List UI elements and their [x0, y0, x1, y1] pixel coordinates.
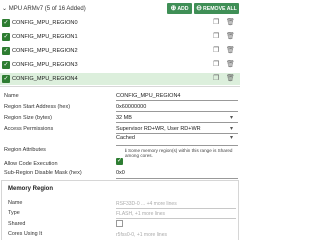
region-attributes-select[interactable]: Cached [116, 135, 135, 141]
remove-all-button-label: REMOVE ALL [203, 5, 237, 12]
memory-type-label: Type [8, 210, 20, 216]
region-size-underline [116, 122, 238, 123]
region-name: CONFIG_MPU_REGION1 [12, 34, 78, 40]
mpu-section-title[interactable]: ⌄ MPU ARMv7 (5 of 16 Added) [2, 5, 86, 12]
divider [0, 86, 240, 87]
memory-type-value: FLASH, +1 more lines [116, 211, 166, 217]
region-row[interactable]: ✓ CONFIG_MPU_REGION1 ❐ 🗑 [0, 31, 240, 43]
memory-type-underline [116, 218, 236, 219]
mpu-header: ⌄ MPU ARMv7 (5 of 16 Added) ⊕ ADD ⊖ REMO… [0, 2, 240, 15]
info-icon: ℹ [125, 148, 127, 153]
allow-code-execution-checkbox[interactable]: ✓ [116, 158, 123, 165]
region-attributes-underline [116, 145, 238, 146]
subregion-mask-underline [116, 178, 238, 179]
memory-name-value: RSF33D-0 ... +4 more lines [116, 201, 177, 207]
remove-all-button[interactable]: ⊖ REMOVE ALL [194, 3, 239, 14]
region-checkbox[interactable]: ✓ [2, 75, 10, 83]
collapse-icon[interactable]: ⌄ [2, 6, 7, 12]
memory-name-label: Name [8, 200, 23, 206]
region-size-select[interactable]: 32 MB [116, 115, 132, 121]
region-row[interactable]: ✓ CONFIG_MPU_REGION2 ❐ 🗑 [0, 45, 240, 57]
subregion-mask-input[interactable]: 0x0 [116, 170, 125, 176]
start-address-label: Region Start Address (hex) [4, 104, 71, 110]
attributes-note-text: Some memory region(s) within this range … [125, 148, 233, 159]
remove-icon: ⊖ [196, 5, 203, 12]
memory-shared-label: Shared [8, 221, 26, 227]
name-input[interactable]: CONFIG_MPU_REGION4 [116, 93, 180, 99]
region-size-label: Region Size (bytes) [4, 115, 52, 121]
allow-code-execution-label: Allow Code Execution [4, 161, 58, 167]
delete-icon[interactable]: 🗑 [226, 47, 235, 54]
region-name: CONFIG_MPU_REGION4 [12, 76, 78, 82]
chevron-down-icon[interactable]: ▾ [230, 134, 233, 141]
region-row[interactable]: ✓ CONFIG_MPU_REGION0 ❐ 🗑 [0, 17, 240, 29]
region-checkbox[interactable]: ✓ [2, 47, 10, 55]
add-button-label: ADD [177, 5, 189, 12]
subregion-mask-label: Sub-Region Disable Mask (hex) [4, 170, 82, 176]
delete-icon[interactable]: 🗑 [226, 75, 235, 82]
cores-using-label: Cores Using It [8, 231, 43, 237]
region-name: CONFIG_MPU_REGION0 [12, 20, 78, 26]
region-name: CONFIG_MPU_REGION2 [12, 48, 78, 54]
region-attributes-label: Region Attributes [4, 147, 46, 153]
start-address-input[interactable]: 0x60000000 [116, 104, 146, 110]
cores-using-value: r5fss0-0, +1 more lines [116, 232, 167, 238]
region-row-selected[interactable]: ✓ CONFIG_MPU_REGION4 ❐ 🗑 [0, 73, 240, 85]
copy-icon[interactable]: ❐ [213, 33, 219, 40]
add-button[interactable]: ⊕ ADD [167, 3, 192, 14]
delete-icon[interactable]: 🗑 [226, 61, 235, 68]
copy-icon[interactable]: ❐ [213, 19, 219, 26]
chevron-down-icon[interactable]: ▾ [230, 114, 233, 121]
copy-icon[interactable]: ❐ [213, 75, 219, 82]
region-checkbox[interactable]: ✓ [2, 19, 10, 27]
region-row[interactable]: ✓ CONFIG_MPU_REGION3 ❐ 🗑 [0, 59, 240, 71]
memory-name-underline [116, 208, 236, 209]
name-input-underline [116, 100, 238, 101]
copy-icon[interactable]: ❐ [213, 61, 219, 68]
region-name: CONFIG_MPU_REGION3 [12, 62, 78, 68]
delete-icon[interactable]: 🗑 [226, 19, 235, 26]
region-attributes-row: Cached ▾ [0, 130, 240, 141]
section-title-text: MPU ARMv7 (5 of 16 Added) [8, 6, 86, 12]
name-label: Name [4, 93, 19, 99]
add-icon: ⊕ [170, 5, 177, 12]
copy-icon[interactable]: ❐ [213, 47, 219, 54]
region-checkbox[interactable]: ✓ [2, 61, 10, 69]
memory-shared-checkbox [116, 220, 123, 227]
region-checkbox[interactable]: ✓ [2, 33, 10, 41]
delete-icon[interactable]: 🗑 [226, 33, 235, 40]
start-address-underline [116, 111, 238, 112]
memory-region-title: Memory Region [8, 186, 54, 192]
region-attributes-note: ℹ Some memory region(s) within this rang… [125, 148, 238, 159]
